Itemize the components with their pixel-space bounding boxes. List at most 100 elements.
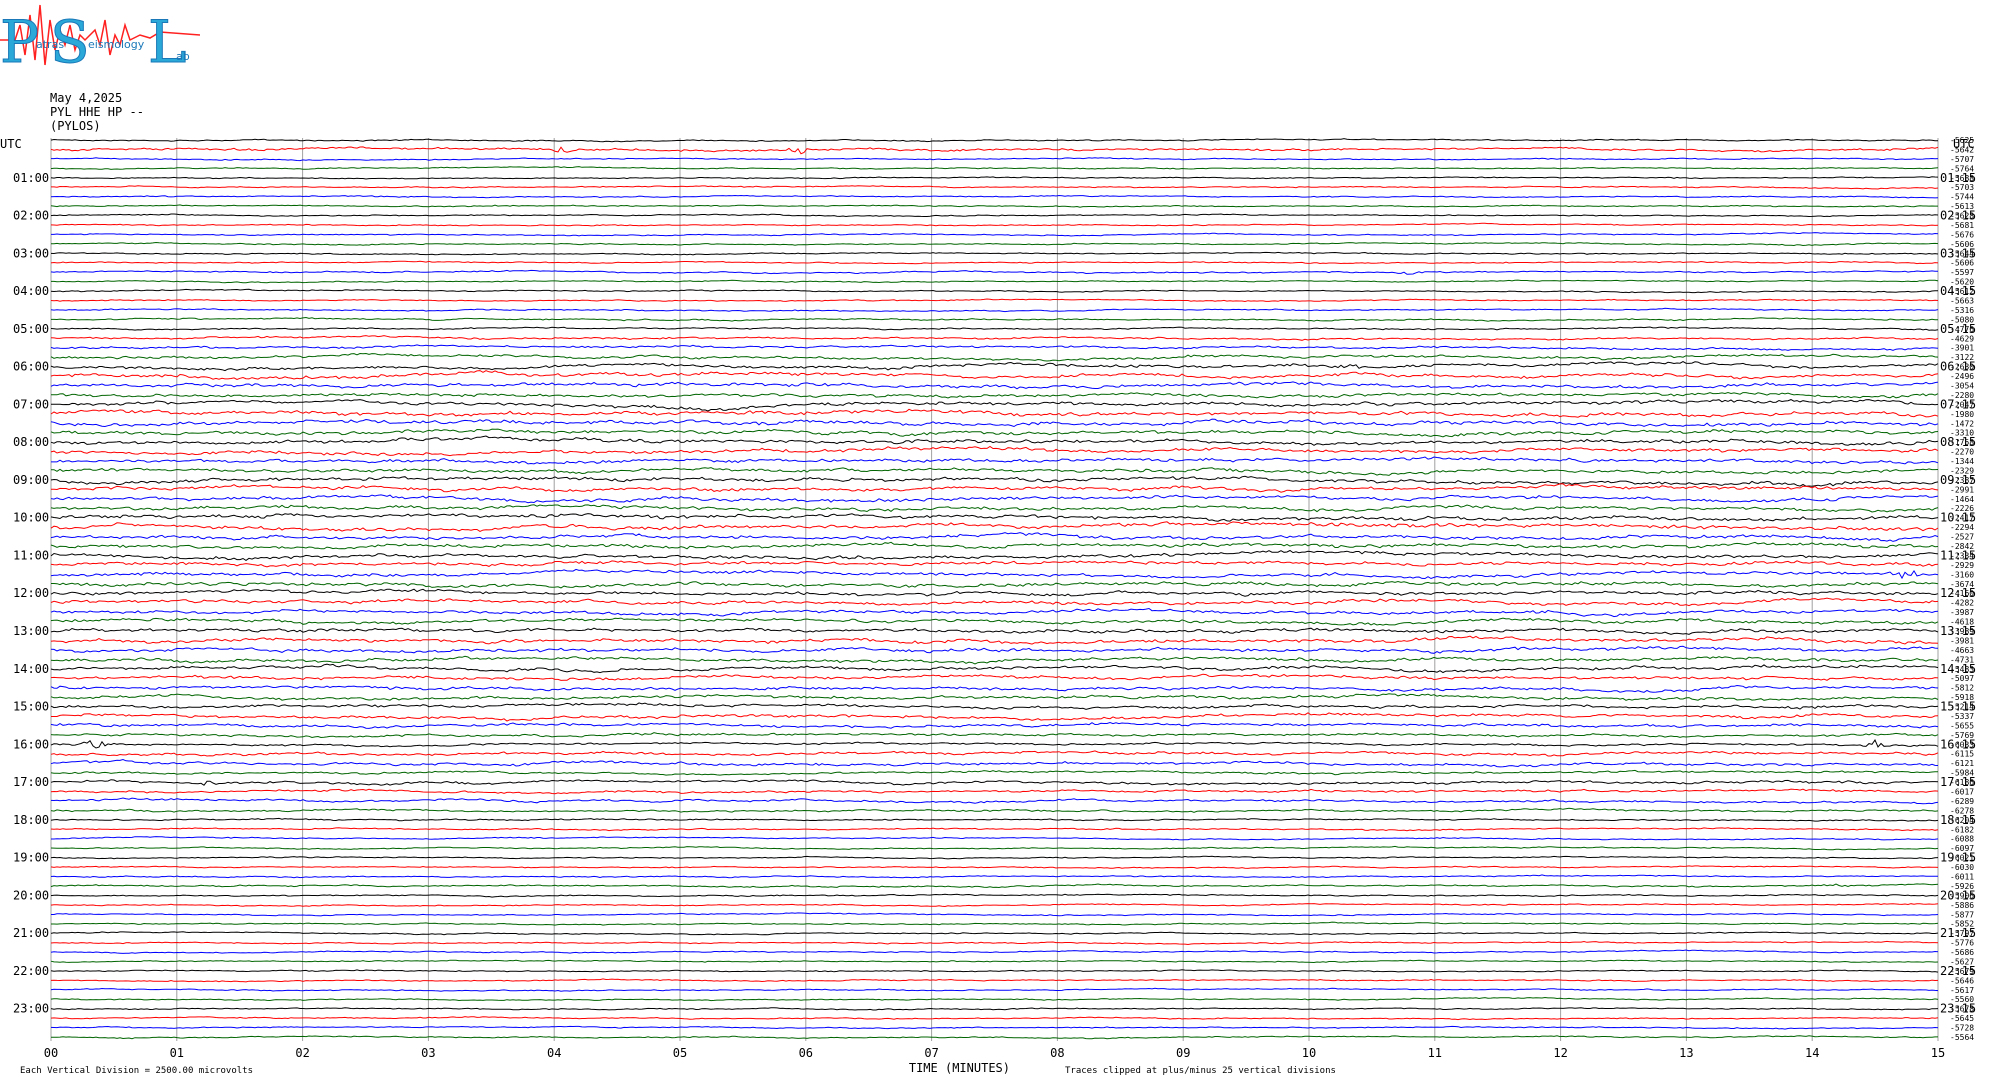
trace-line-16 (50, 288, 1939, 294)
right-hour-label-1115: 11:15 (1940, 548, 1976, 562)
trace-line-39 (50, 504, 1939, 513)
right-hour-label-1315: 13:15 (1940, 624, 1976, 638)
trace-line-22 (50, 344, 1939, 351)
trace-line-27 (50, 391, 1939, 399)
traces (50, 138, 1939, 1040)
trace-offset-label-70: -6289 (1950, 797, 1974, 806)
left-hour-label-0100: 01:00 (13, 171, 49, 185)
trace-offset-label-6: -5744 (1950, 193, 1974, 202)
x-tick-label-03: 03 (421, 1046, 435, 1060)
trace-line-29 (50, 408, 1939, 418)
trace-line-76 (50, 855, 1939, 860)
left-hour-label-1700: 17:00 (13, 775, 49, 789)
trace-line-60 (50, 702, 1939, 710)
right-hour-label-2015: 20:15 (1940, 888, 1976, 902)
trace-line-3 (50, 166, 1939, 170)
trace-line-92 (50, 1007, 1939, 1011)
trace-line-14 (50, 269, 1938, 275)
trace-line-87 (50, 959, 1939, 964)
trace-line-25 (50, 370, 1939, 381)
trace-line-12 (50, 251, 1939, 256)
trace-line-85 (50, 940, 1939, 946)
trace-line-35 (50, 467, 1939, 476)
trace-line-48 (50, 588, 1939, 597)
trace-line-13 (50, 260, 1939, 265)
trace-offset-label-38: -1464 (1950, 495, 1974, 504)
left-hour-label-1800: 18:00 (13, 813, 49, 827)
left-hour-label-0800: 08:00 (13, 435, 49, 449)
left-hour-label-1400: 14:00 (13, 662, 49, 676)
left-hour-label-1000: 10:00 (13, 511, 49, 525)
right-hour-label-0815: 08:15 (1940, 435, 1976, 449)
x-tick-label-02: 02 (295, 1046, 309, 1060)
trace-line-59 (50, 693, 1939, 701)
left-hour-label-0600: 06:00 (13, 360, 49, 374)
left-hour-label-2100: 21:00 (13, 926, 49, 940)
trace-line-77 (50, 865, 1939, 869)
trace-line-79 (50, 883, 1939, 889)
trace-line-55 (50, 655, 1939, 665)
trace-line-66 (50, 758, 1939, 768)
trace-line-93 (50, 1016, 1939, 1021)
trace-line-57 (50, 673, 1939, 681)
trace-line-62 (50, 721, 1939, 729)
trace-line-54 (50, 645, 1939, 654)
trace-line-31 (50, 428, 1939, 438)
trace-offset-label-14: -5597 (1950, 268, 1974, 277)
trace-line-38 (50, 494, 1939, 504)
trace-line-61 (51, 712, 1939, 722)
trace-line-67 (50, 769, 1939, 776)
trace-line-36 (50, 475, 1939, 487)
x-tick-label-06: 06 (799, 1046, 813, 1060)
trace-line-89 (50, 978, 1939, 983)
left-hour-label-2000: 20:00 (13, 888, 49, 902)
right-hour-label-0715: 07:15 (1940, 397, 1976, 411)
trace-offset-label-66: -6121 (1950, 759, 1974, 768)
trace-line-46 (50, 568, 1939, 580)
left-hour-label-0500: 05:00 (13, 322, 49, 336)
x-tick-label-05: 05 (673, 1046, 687, 1060)
trace-line-47 (51, 580, 1939, 589)
trace-offset-label-2: -5707 (1950, 155, 1974, 164)
left-hour-label-1100: 11:00 (13, 548, 49, 562)
trace-offset-label-26: -3054 (1950, 381, 1974, 390)
left-hour-label-1300: 13:00 (13, 624, 49, 638)
left-hour-label-2300: 23:00 (13, 1002, 49, 1016)
trace-line-71 (50, 807, 1939, 813)
trace-line-11 (51, 241, 1939, 247)
trace-line-53 (50, 635, 1939, 645)
right-hour-label-0315: 03:15 (1940, 246, 1976, 260)
trace-line-26 (50, 381, 1939, 390)
trace-line-70 (50, 797, 1939, 805)
right-hour-label-0215: 02:15 (1940, 209, 1976, 223)
trace-line-0 (50, 138, 1938, 143)
trace-line-68 (50, 779, 1939, 786)
right-hour-label-1815: 18:15 (1940, 813, 1976, 827)
trace-line-24 (50, 361, 1939, 372)
left-hour-label-0400: 04:00 (13, 284, 49, 298)
trace-line-8 (50, 213, 1939, 218)
left-hour-label-0900: 09:00 (13, 473, 49, 487)
trace-line-7 (50, 204, 1938, 208)
trace-offset-label-50: -3987 (1950, 608, 1974, 617)
trace-offset-label-78: -6011 (1950, 872, 1974, 881)
right-axis-title: UTC (1953, 137, 1975, 151)
right-hour-label-0615: 06:15 (1940, 360, 1976, 374)
x-tick-label-01: 01 (170, 1046, 184, 1060)
trace-line-41 (50, 521, 1939, 532)
trace-line-17 (50, 298, 1939, 303)
x-tick-label-00: 00 (44, 1046, 58, 1060)
trace-line-15 (51, 279, 1939, 284)
trace-line-28 (51, 399, 1939, 412)
trace-line-10 (51, 232, 1939, 237)
x-tick-label-11: 11 (1428, 1046, 1442, 1060)
trace-line-63 (50, 732, 1939, 739)
trace-line-33 (50, 445, 1939, 457)
x-tick-label-07: 07 (924, 1046, 938, 1060)
trace-line-42 (50, 532, 1939, 542)
right-hour-label-1515: 15:15 (1940, 700, 1976, 714)
trace-line-20 (50, 326, 1939, 331)
x-tick-label-12: 12 (1553, 1046, 1567, 1060)
right-hour-label-2215: 22:15 (1940, 964, 1976, 978)
right-hour-label-1915: 19:15 (1940, 851, 1976, 865)
